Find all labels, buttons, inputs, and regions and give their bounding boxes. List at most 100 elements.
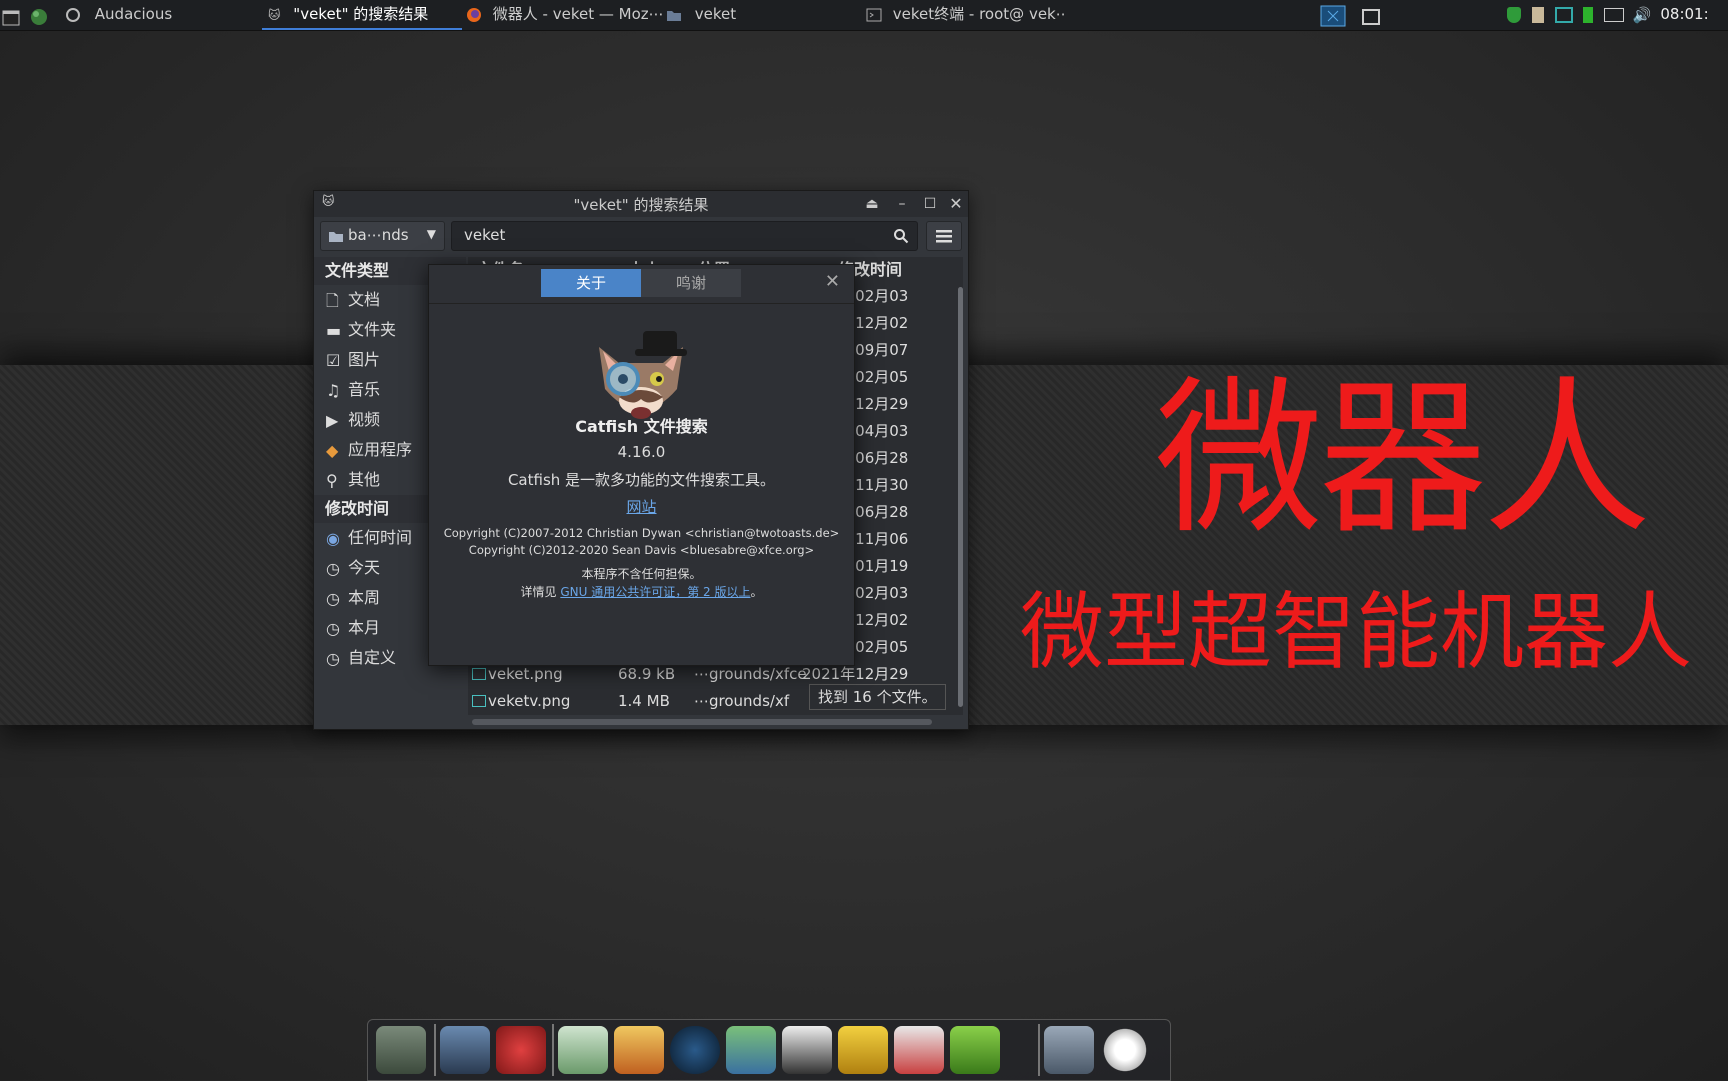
file-size: 1.4 MB <box>618 692 670 710</box>
location-dropdown[interactable]: ba⋯nds ▼ <box>320 221 445 251</box>
task-catfish[interactable]: 🐱 "veket" 的搜索结果 <box>262 0 462 30</box>
checkbox-icon: ☑ <box>326 350 341 370</box>
music-note-icon: ♫ <box>326 380 341 400</box>
filter-label: 任何时间 <box>348 528 413 547</box>
shield-icon[interactable] <box>1507 6 1521 23</box>
task-label: veket <box>694 5 737 23</box>
system-tray: 🔊 08:01:52 <box>1507 0 1707 30</box>
app-version: 4.16.0 <box>617 443 666 461</box>
catfish-icon: 🐱 <box>268 7 281 22</box>
copyright-line-2: Copyright (C)2012-2020 Sean Davis <blues… <box>468 543 815 557</box>
vertical-scrollbar[interactable] <box>958 287 963 707</box>
filter-label: 文档 <box>348 290 381 309</box>
search-input[interactable]: veket <box>451 221 918 251</box>
clipboard-icon[interactable] <box>1531 6 1544 23</box>
task-label: Audacious <box>94 5 173 23</box>
keyboard-icon[interactable] <box>1604 7 1625 22</box>
close-button[interactable]: ✕ <box>946 194 966 214</box>
hamburger-menu-icon <box>936 230 952 243</box>
notes-icon[interactable] <box>838 1026 888 1074</box>
text-editor-icon[interactable] <box>558 1026 608 1074</box>
office-chart-icon[interactable] <box>894 1026 944 1074</box>
image-file-icon <box>472 695 486 707</box>
drive-icon[interactable] <box>1044 1026 1094 1074</box>
file-name: veketv.png <box>488 692 571 710</box>
about-tabs: 关于 鸣谢 <box>541 269 741 297</box>
file-location: ⋯grounds/xf <box>694 692 790 710</box>
computer-icon[interactable] <box>440 1026 490 1074</box>
task-veket-folder[interactable]: veket <box>666 0 856 30</box>
radio-selected-icon: ◉ <box>326 528 340 548</box>
search-toolbar: ba⋯nds ▼ veket <box>320 221 962 251</box>
network-users-icon[interactable] <box>726 1026 776 1074</box>
image-file-icon <box>472 668 486 680</box>
help-icon[interactable] <box>950 1026 1000 1074</box>
close-icon[interactable]: ✕ <box>825 271 840 292</box>
dock-separator <box>552 1024 554 1076</box>
filter-label: 音乐 <box>348 380 381 399</box>
folder-icon <box>329 232 343 242</box>
terminal-launcher-icon[interactable] <box>2 0 22 30</box>
brightness-icon[interactable] <box>1100 1026 1150 1074</box>
app-description: Catfish 是一款多功能的文件搜索工具。 <box>507 471 776 489</box>
status-label: 找到 16 个文件。 <box>809 684 946 710</box>
filter-label: 自定义 <box>348 648 397 667</box>
task-firefox[interactable]: 微器人 - veket — Moz⋯ <box>466 0 662 30</box>
minimize-button[interactable]: – <box>892 194 912 214</box>
dock-separator <box>434 1024 436 1076</box>
tab-credits[interactable]: 鸣谢 <box>641 269 741 297</box>
license-row: 详情见 GNU 通用公共许可证，第 2 版以上。 <box>429 583 854 600</box>
copyright-line-1: Copyright (C)2007-2012 Christian Dywan <… <box>443 526 840 540</box>
search-icon[interactable] <box>893 228 909 244</box>
search-icon: ⚲ <box>326 470 338 490</box>
show-desktop-icon[interactable] <box>1320 0 1348 30</box>
filter-label: 应用程序 <box>348 440 413 459</box>
paint-icon[interactable] <box>614 1026 664 1074</box>
dock-separator <box>1038 1024 1040 1076</box>
clock-icon: ◷ <box>326 618 340 638</box>
filter-label: 本周 <box>348 588 381 607</box>
app-name: Catfish 文件搜索 <box>575 417 708 436</box>
task-terminal[interactable]: veket终端 - root@ vek⋯ <box>866 0 1066 30</box>
battery-icon[interactable] <box>1583 6 1594 23</box>
chevron-down-icon: ▼ <box>426 227 436 241</box>
location-label: ba⋯nds <box>348 226 409 244</box>
volume-icon[interactable]: 🔊 <box>1633 1 1652 29</box>
menu-button[interactable] <box>926 221 962 251</box>
firefox-icon[interactable] <box>496 1026 546 1074</box>
clock-icon: ◷ <box>326 558 340 578</box>
clock-icon: ◷ <box>326 588 340 608</box>
photo-viewer-icon[interactable] <box>376 1026 426 1074</box>
shade-button[interactable]: ⏏ <box>862 194 882 214</box>
video-icon: ▶ <box>326 410 339 430</box>
document-icon: 🗋 <box>326 290 339 310</box>
globe-launcher-icon[interactable] <box>30 0 50 30</box>
maximize-button[interactable]: ☐ <box>920 194 940 214</box>
network-icon[interactable] <box>1554 6 1573 23</box>
filter-label: 今天 <box>348 558 381 577</box>
top-panel: Audacious 🐱 "veket" 的搜索结果 微器人 - veket — … <box>0 0 1728 31</box>
task-label: veket终端 - root@ vek⋯ <box>892 5 1066 23</box>
filter-label: 本月 <box>348 618 381 637</box>
wallpaper-brand-subtitle: 微型超智能机器人 <box>1020 583 1693 681</box>
task-audacious[interactable]: Audacious <box>66 0 256 30</box>
license-prefix: 详情见 <box>520 585 561 599</box>
website-row: 网站 <box>429 496 854 517</box>
license-link[interactable]: GNU 通用公共许可证，第 2 版以上 <box>560 585 750 599</box>
horizontal-scrollbar[interactable] <box>472 719 932 725</box>
filter-label: 其他 <box>348 470 381 489</box>
filter-label: 图片 <box>348 350 381 369</box>
bottom-dock <box>367 1019 1171 1081</box>
clock-icon: ◷ <box>326 648 340 668</box>
media-player-icon[interactable] <box>670 1026 720 1074</box>
divider <box>429 303 854 304</box>
clock[interactable]: 08:01:52 <box>1660 5 1707 23</box>
folder-icon: ▬ <box>326 320 342 340</box>
website-link[interactable]: 网站 <box>626 498 656 516</box>
window-titlebar[interactable]: 🐱 "veket" 的搜索结果 ⏏ – ☐ ✕ <box>314 191 968 217</box>
tab-about[interactable]: 关于 <box>541 269 641 297</box>
penguin-icon[interactable] <box>782 1026 832 1074</box>
license-suffix: 。 <box>750 585 763 599</box>
wallpaper-brand-title: 微器人 <box>1155 361 1651 557</box>
window-list-icon[interactable] <box>1362 0 1384 30</box>
